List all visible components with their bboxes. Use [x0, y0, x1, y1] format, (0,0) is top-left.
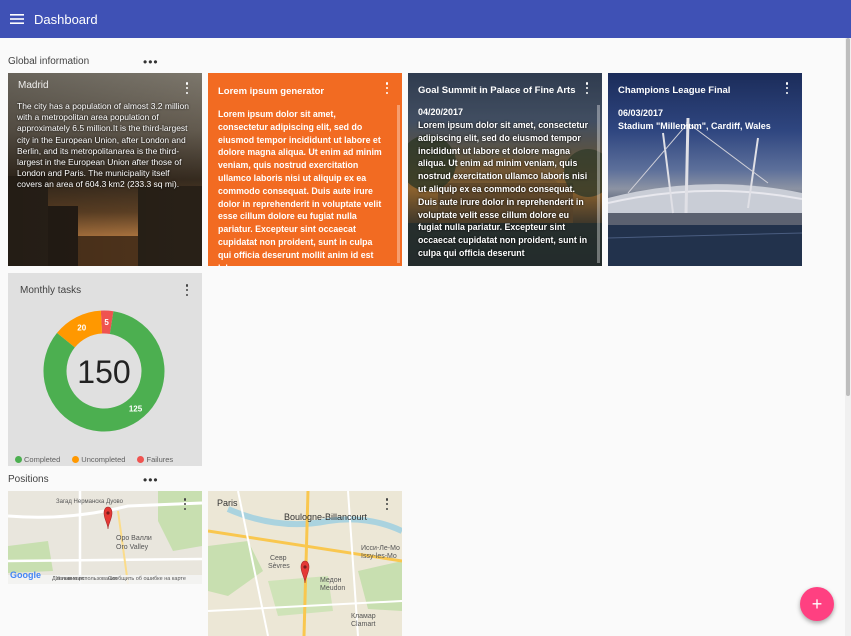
map-label: Исси-Ле-Мо [361, 545, 400, 552]
card-more-icon[interactable] [182, 283, 192, 297]
section-more-global-icon[interactable]: ••• [143, 56, 159, 68]
legend-dot [72, 456, 80, 463]
legend-dot [15, 456, 22, 463]
map-card-paris[interactable]: Paris Boulogne-Billancourt Севр Sèvres И… [208, 491, 402, 636]
legend-item-failures[interactable]: Failures [137, 455, 173, 464]
donut-label-failures: 5 [104, 318, 109, 327]
hamburger-menu-icon[interactable] [2, 0, 32, 38]
card-more-icon[interactable] [182, 81, 192, 95]
map-label: Оро Валли [116, 535, 152, 542]
legend-label: Failures [146, 455, 174, 464]
card-text: The city has a population of almost 3.2 … [17, 101, 189, 190]
card-scrollbar[interactable] [597, 105, 600, 263]
card-title: Madrid [18, 80, 49, 91]
map-label: Issy-les-Mo [361, 553, 397, 560]
donut-label-uncompleted: 20 [77, 323, 86, 332]
legend-label: Completed [24, 455, 61, 464]
add-fab-button[interactable]: + [800, 587, 834, 621]
card-title: Champions League Final [618, 85, 731, 96]
donut-center-total: 150 [77, 354, 130, 390]
map-card-oro-valley[interactable]: Загад Нерманска Дуово Оро Валли Oro Vall… [8, 491, 202, 584]
map-label: Загад Нерманска Дуово [56, 499, 123, 505]
donut-chart: 5 125 20 150 [43, 310, 165, 432]
legend-label: Uncompleted [81, 455, 126, 464]
map-report-link[interactable]: Сообщить об ошибке на карте [108, 576, 186, 582]
map-label: Медон [320, 577, 342, 584]
map-label: Oro Valley [116, 544, 149, 551]
map-label: Boulogne-Billancourt [284, 512, 368, 522]
map-label: Севр [270, 555, 287, 562]
map-label: Sèvres [268, 563, 290, 570]
card-more-icon[interactable] [382, 497, 392, 511]
card-goal-summit[interactable]: Goal Summit in Palace of Fine Arts 04/20… [408, 73, 602, 266]
card-date: 04/20/2017 [418, 107, 464, 117]
card-monthly-tasks[interactable]: Monthly tasks 5 125 20 150 Completed Uncomp… [8, 273, 202, 466]
scrollbar-thumb[interactable] [846, 38, 850, 396]
stadium-image [608, 117, 802, 266]
card-title: Goal Summit in Palace of Fine Arts [418, 85, 576, 96]
card-lorem-ipsum[interactable]: Lorem ipsum generator Lorem ipsum dolor … [208, 73, 402, 266]
app-title: Dashboard [34, 11, 98, 27]
section-more-positions-icon[interactable]: ••• [143, 474, 159, 486]
legend-dot [137, 456, 145, 463]
top-app-bar: Dashboard [0, 0, 851, 38]
google-logo: Google [10, 570, 41, 580]
map-label: Clamart [351, 621, 376, 628]
card-date: 06/03/2017 [618, 108, 664, 118]
section-title-positions: Positions [8, 474, 49, 485]
legend-item-uncompleted[interactable]: Uncompleted [72, 455, 125, 464]
card-scrollbar[interactable] [397, 105, 400, 263]
card-text: Lorem ipsum dolor sit amet, consectetur … [218, 109, 382, 266]
card-more-icon[interactable] [180, 497, 190, 511]
card-title: Paris [217, 498, 238, 508]
map-label: Meudon [320, 585, 346, 592]
donut-label-completed: 125 [129, 405, 143, 414]
card-venue: Stadium "Millenium", Cardiff, Wales [618, 121, 771, 131]
section-title-global: Global information [8, 56, 90, 67]
card-madrid[interactable]: Madrid The city has a population of almo… [8, 73, 202, 266]
page-scrollbar[interactable] [845, 38, 851, 636]
legend-item-completed[interactable]: Completed [15, 455, 60, 464]
card-champions-league[interactable]: Champions League Final 06/03/2017 Stadiu… [608, 73, 802, 266]
map-label: Кламар [351, 613, 376, 620]
plus-icon: + [811, 594, 823, 614]
card-more-icon[interactable] [382, 81, 392, 95]
card-more-icon[interactable] [582, 81, 592, 95]
card-more-icon[interactable] [782, 81, 792, 95]
card-text: Lorem ipsum dolor sit amet, consectetur … [418, 120, 589, 258]
chart-legend: Completed Uncompleted Failures [15, 455, 173, 464]
card-title: Lorem ipsum generator [218, 86, 325, 97]
